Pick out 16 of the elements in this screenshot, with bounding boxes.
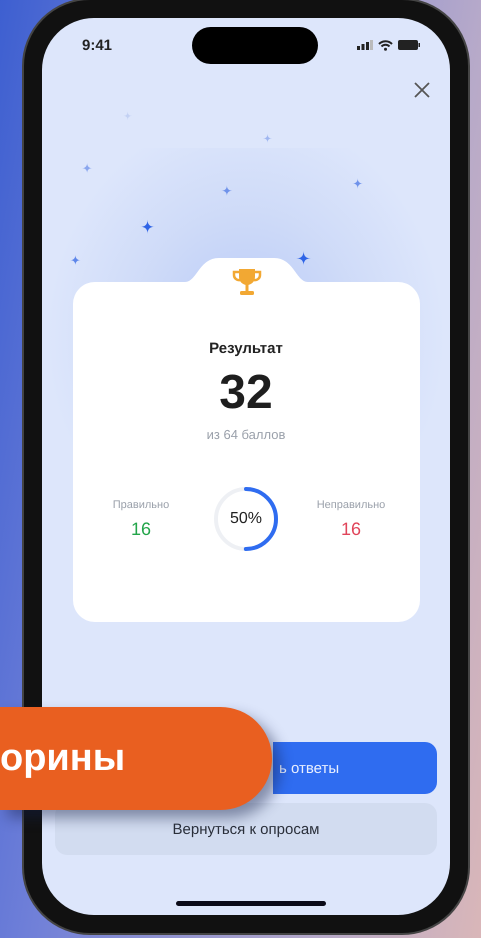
- result-title: Результат: [209, 340, 283, 357]
- back-to-surveys-button[interactable]: Вернуться к опросам: [55, 803, 437, 855]
- battery-icon: [398, 40, 420, 50]
- correct-label: Правильно: [112, 498, 170, 510]
- signal-icon: [357, 40, 373, 50]
- percent-value: 50%: [228, 509, 264, 529]
- promo-banner: орины: [0, 707, 272, 810]
- incorrect-label: Неправильно: [316, 498, 386, 510]
- correct-count: 16: [130, 518, 152, 540]
- close-icon[interactable]: [412, 80, 432, 100]
- show-answers-button[interactable]: ь ответы: [273, 742, 437, 794]
- wifi-icon: [378, 40, 393, 50]
- status-time: 9:41: [82, 36, 112, 54]
- score-subtitle: из 64 баллов: [206, 427, 286, 442]
- incorrect-count: 16: [340, 518, 362, 540]
- score-value: 32: [219, 369, 273, 417]
